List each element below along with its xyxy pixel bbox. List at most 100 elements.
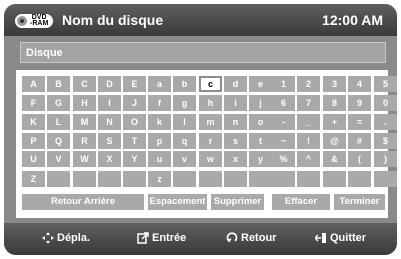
key-empty[interactable]	[199, 171, 222, 187]
key[interactable]: s	[224, 133, 247, 149]
space-button[interactable]: Espacement	[148, 194, 207, 210]
key[interactable]: x	[224, 151, 247, 167]
key-empty[interactable]	[249, 171, 272, 187]
clock: 12:00 AM	[322, 12, 383, 28]
key[interactable]: +	[323, 114, 346, 130]
key[interactable]: _	[297, 114, 320, 130]
key-empty[interactable]	[224, 171, 247, 187]
key[interactable]: %	[272, 151, 295, 167]
key-empty[interactable]	[98, 171, 121, 187]
key[interactable]: X	[98, 151, 121, 167]
key[interactable]: #	[348, 133, 371, 149]
key[interactable]: z	[148, 171, 171, 187]
key[interactable]: t	[249, 133, 272, 149]
key[interactable]: 3	[323, 76, 346, 92]
key[interactable]: )	[374, 151, 397, 167]
key[interactable]: e	[249, 76, 272, 92]
key[interactable]: L	[47, 114, 70, 130]
key[interactable]: 6	[272, 95, 295, 111]
key-empty[interactable]	[272, 171, 295, 187]
key[interactable]: C	[73, 76, 96, 92]
key[interactable]: O	[123, 114, 146, 130]
key[interactable]: 2	[297, 76, 320, 92]
key[interactable]: w	[199, 151, 222, 167]
key[interactable]: A	[22, 76, 45, 92]
key[interactable]: g	[173, 95, 196, 111]
key[interactable]: K	[22, 114, 45, 130]
key[interactable]: J	[123, 95, 146, 111]
key-selected[interactable]: c	[199, 76, 222, 92]
key[interactable]: B	[47, 76, 70, 92]
key[interactable]: 9	[348, 95, 371, 111]
key[interactable]: f	[148, 95, 171, 111]
key[interactable]: v	[173, 151, 196, 167]
key[interactable]: D	[98, 76, 121, 92]
key[interactable]: G	[47, 95, 70, 111]
key[interactable]: q	[173, 133, 196, 149]
key[interactable]: -	[272, 114, 295, 130]
key-empty[interactable]	[47, 171, 70, 187]
title-bar: DVD -RAM Nom du disque 12:00 AM	[4, 4, 397, 36]
key[interactable]: b	[173, 76, 196, 92]
key[interactable]: i	[224, 95, 247, 111]
key[interactable]: ~	[272, 133, 295, 149]
key[interactable]: @	[323, 133, 346, 149]
key[interactable]: Q	[47, 133, 70, 149]
key[interactable]: y	[249, 151, 272, 167]
key[interactable]: 7	[297, 95, 320, 111]
key[interactable]: H	[73, 95, 96, 111]
finish-button[interactable]: Terminer	[334, 194, 385, 210]
key-empty[interactable]	[348, 171, 371, 187]
key[interactable]: 4	[348, 76, 371, 92]
key[interactable]: F	[22, 95, 45, 111]
key[interactable]: P	[22, 133, 45, 149]
key[interactable]: I	[98, 95, 121, 111]
key[interactable]: 8	[323, 95, 346, 111]
key[interactable]: l	[173, 114, 196, 130]
disc-name-field[interactable]: Disque	[20, 42, 386, 63]
key-empty[interactable]	[123, 171, 146, 187]
backspace-button[interactable]: Retour Arrière	[22, 194, 144, 210]
key[interactable]: 0	[374, 95, 397, 111]
key-empty[interactable]	[323, 171, 346, 187]
key[interactable]: d	[224, 76, 247, 92]
key[interactable]: T	[123, 133, 146, 149]
key-empty[interactable]	[173, 171, 196, 187]
key[interactable]: r	[199, 133, 222, 149]
key[interactable]: S	[98, 133, 121, 149]
key[interactable]: h	[199, 95, 222, 111]
key[interactable]: ^	[297, 151, 320, 167]
key[interactable]: Y	[123, 151, 146, 167]
key[interactable]: 1	[272, 76, 295, 92]
key[interactable]: (	[348, 151, 371, 167]
key[interactable]: R	[73, 133, 96, 149]
key-empty[interactable]	[297, 171, 320, 187]
key[interactable]: k	[148, 114, 171, 130]
key[interactable]: n	[224, 114, 247, 130]
key[interactable]: j	[249, 95, 272, 111]
key[interactable]: m	[199, 114, 222, 130]
key-empty[interactable]	[374, 171, 397, 187]
key[interactable]: N	[98, 114, 121, 130]
key[interactable]: =	[348, 114, 371, 130]
key[interactable]: 5	[374, 76, 397, 92]
key[interactable]: U	[22, 151, 45, 167]
key[interactable]: o	[249, 114, 272, 130]
clear-button[interactable]: Effacer	[272, 194, 330, 210]
key[interactable]: V	[47, 151, 70, 167]
key[interactable]: .	[374, 114, 397, 130]
key[interactable]: p	[148, 133, 171, 149]
key[interactable]: E	[123, 76, 146, 92]
delete-button[interactable]: Supprimer	[211, 194, 264, 210]
key[interactable]: Z	[22, 171, 45, 187]
key[interactable]: W	[73, 151, 96, 167]
key[interactable]: M	[73, 114, 96, 130]
key[interactable]: u	[148, 151, 171, 167]
hint-return: Retour	[226, 232, 276, 244]
key[interactable]: a	[148, 76, 171, 92]
key[interactable]: !	[297, 133, 320, 149]
key-empty[interactable]	[73, 171, 96, 187]
four-arrow-icon	[42, 232, 54, 244]
key[interactable]: &	[323, 151, 346, 167]
key[interactable]: $	[374, 133, 397, 149]
